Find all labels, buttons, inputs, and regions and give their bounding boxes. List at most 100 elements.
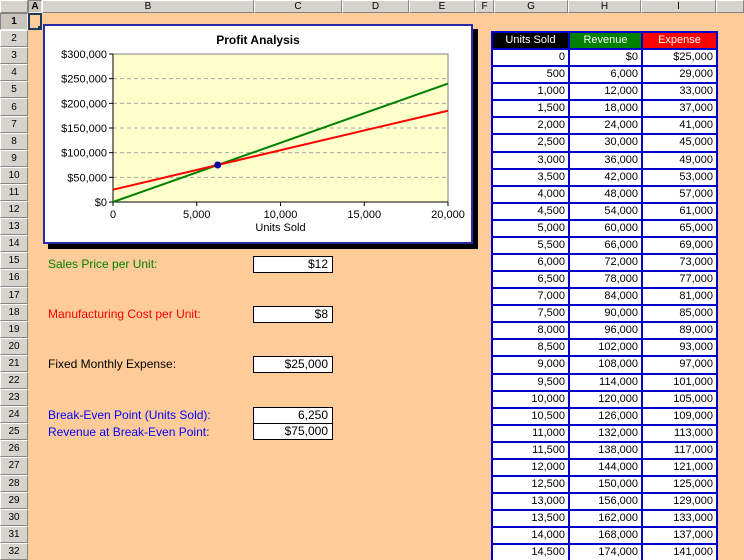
row-header-8[interactable]: 8 bbox=[0, 133, 28, 150]
table-cell[interactable]: 8,000 bbox=[493, 323, 568, 338]
row-header-23[interactable]: 23 bbox=[0, 389, 28, 406]
table-cell[interactable]: 2,500 bbox=[493, 135, 568, 150]
table-cell[interactable]: 45,000 bbox=[643, 135, 716, 150]
table-cell[interactable]: $0 bbox=[570, 50, 641, 65]
table-cell[interactable]: 10,000 bbox=[493, 392, 568, 407]
table-cell[interactable]: 48,000 bbox=[570, 187, 641, 202]
table-cell[interactable]: 101,000 bbox=[643, 375, 716, 390]
table-cell[interactable]: 7,500 bbox=[493, 306, 568, 321]
selected-cell-a1[interactable] bbox=[28, 13, 42, 30]
row-header-27[interactable]: 27 bbox=[0, 457, 28, 474]
table-cell[interactable]: 141,000 bbox=[643, 545, 716, 560]
table-cell[interactable]: 54,000 bbox=[570, 204, 641, 219]
table-cell[interactable]: 72,000 bbox=[570, 255, 641, 270]
break-even-units-cell[interactable]: 6,250 bbox=[253, 407, 333, 424]
table-cell[interactable]: 57,000 bbox=[643, 187, 716, 202]
table-cell[interactable]: 12,000 bbox=[570, 84, 641, 99]
table-cell[interactable]: 11,500 bbox=[493, 443, 568, 458]
row-header-31[interactable]: 31 bbox=[0, 526, 28, 543]
table-cell[interactable]: 29,000 bbox=[643, 67, 716, 82]
column-header-F[interactable]: F bbox=[475, 0, 494, 13]
column-header-C[interactable]: C bbox=[254, 0, 342, 13]
table-cell[interactable]: 2,000 bbox=[493, 118, 568, 133]
table-cell[interactable]: 24,000 bbox=[570, 118, 641, 133]
row-header-21[interactable]: 21 bbox=[0, 355, 28, 372]
table-cell[interactable]: 3,000 bbox=[493, 153, 568, 168]
table-cell[interactable]: 150,000 bbox=[570, 477, 641, 492]
row-header-7[interactable]: 7 bbox=[0, 116, 28, 133]
table-cell[interactable]: 33,000 bbox=[643, 84, 716, 99]
table-cell[interactable]: 30,000 bbox=[570, 135, 641, 150]
table-cell[interactable]: 90,000 bbox=[570, 306, 641, 321]
table-cell[interactable]: 117,000 bbox=[643, 443, 716, 458]
table-cell[interactable]: 6,000 bbox=[493, 255, 568, 270]
table-cell[interactable]: 126,000 bbox=[570, 409, 641, 424]
table-cell[interactable]: 113,000 bbox=[643, 426, 716, 441]
table-cell[interactable]: 102,000 bbox=[570, 340, 641, 355]
table-cell[interactable]: 3,500 bbox=[493, 170, 568, 185]
table-cell[interactable]: 53,000 bbox=[643, 170, 716, 185]
table-cell[interactable]: 66,000 bbox=[570, 238, 641, 253]
row-header-32[interactable]: 32 bbox=[0, 543, 28, 560]
row-header-5[interactable]: 5 bbox=[0, 81, 28, 98]
table-cell[interactable]: 42,000 bbox=[570, 170, 641, 185]
table-cell[interactable]: 1,500 bbox=[493, 101, 568, 116]
table-cell[interactable]: 4,500 bbox=[493, 204, 568, 219]
table-cell[interactable]: 60,000 bbox=[570, 221, 641, 236]
row-header-16[interactable]: 16 bbox=[0, 269, 28, 286]
table-cell[interactable]: 144,000 bbox=[570, 460, 641, 475]
row-header-3[interactable]: 3 bbox=[0, 47, 28, 64]
table-cell[interactable]: 133,000 bbox=[643, 511, 716, 526]
column-header-partial[interactable] bbox=[716, 0, 744, 13]
row-header-28[interactable]: 28 bbox=[0, 475, 28, 492]
manufacturing-cost-cell[interactable]: $8 bbox=[253, 306, 333, 323]
table-cell[interactable]: 7,000 bbox=[493, 289, 568, 304]
table-cell[interactable]: 168,000 bbox=[570, 528, 641, 543]
table-cell[interactable]: 37,000 bbox=[643, 101, 716, 116]
table-cell[interactable]: 77,000 bbox=[643, 272, 716, 287]
table-cell[interactable]: 93,000 bbox=[643, 340, 716, 355]
table-cell[interactable]: 12,000 bbox=[493, 460, 568, 475]
table-cell[interactable]: 69,000 bbox=[643, 238, 716, 253]
fill-handle[interactable] bbox=[38, 26, 42, 30]
table-cell[interactable]: 85,000 bbox=[643, 306, 716, 321]
fixed-expense-cell[interactable]: $25,000 bbox=[253, 356, 333, 373]
row-header-14[interactable]: 14 bbox=[0, 235, 28, 252]
table-cell[interactable]: 9,500 bbox=[493, 375, 568, 390]
column-header-E[interactable]: E bbox=[409, 0, 475, 13]
table-cell[interactable]: 41,000 bbox=[643, 118, 716, 133]
table-cell[interactable]: 156,000 bbox=[570, 494, 641, 509]
row-header-18[interactable]: 18 bbox=[0, 304, 28, 321]
table-cell[interactable]: 5,500 bbox=[493, 238, 568, 253]
table-cell[interactable]: 78,000 bbox=[570, 272, 641, 287]
table-cell[interactable]: 6,000 bbox=[570, 67, 641, 82]
table-cell[interactable]: 11,000 bbox=[493, 426, 568, 441]
table-cell[interactable]: 125,000 bbox=[643, 477, 716, 492]
select-all-corner[interactable] bbox=[0, 0, 28, 13]
profit-analysis-chart[interactable]: $0$50,000$100,000$150,000$200,000$250,00… bbox=[43, 24, 473, 244]
row-header-10[interactable]: 10 bbox=[0, 167, 28, 184]
table-cell[interactable]: 12,500 bbox=[493, 477, 568, 492]
break-even-revenue-cell[interactable]: $75,000 bbox=[253, 423, 333, 440]
table-cell[interactable]: 73,000 bbox=[643, 255, 716, 270]
table-cell[interactable]: 84,000 bbox=[570, 289, 641, 304]
table-cell[interactable]: 108,000 bbox=[570, 357, 641, 372]
table-cell[interactable]: 36,000 bbox=[570, 153, 641, 168]
row-header-20[interactable]: 20 bbox=[0, 338, 28, 355]
table-cell[interactable]: 500 bbox=[493, 67, 568, 82]
table-cell[interactable]: 13,000 bbox=[493, 494, 568, 509]
row-header-25[interactable]: 25 bbox=[0, 423, 28, 440]
table-cell[interactable]: 61,000 bbox=[643, 204, 716, 219]
row-header-4[interactable]: 4 bbox=[0, 64, 28, 81]
table-cell[interactable]: $25,000 bbox=[643, 50, 716, 65]
row-header-11[interactable]: 11 bbox=[0, 184, 28, 201]
table-cell[interactable]: 14,000 bbox=[493, 528, 568, 543]
row-header-22[interactable]: 22 bbox=[0, 372, 28, 389]
table-cell[interactable]: 137,000 bbox=[643, 528, 716, 543]
row-header-30[interactable]: 30 bbox=[0, 509, 28, 526]
table-cell[interactable]: 1,000 bbox=[493, 84, 568, 99]
table-cell[interactable]: 13,500 bbox=[493, 511, 568, 526]
table-cell[interactable]: 174,000 bbox=[570, 545, 641, 560]
table-cell[interactable]: 162,000 bbox=[570, 511, 641, 526]
row-header-2[interactable]: 2 bbox=[0, 30, 28, 47]
